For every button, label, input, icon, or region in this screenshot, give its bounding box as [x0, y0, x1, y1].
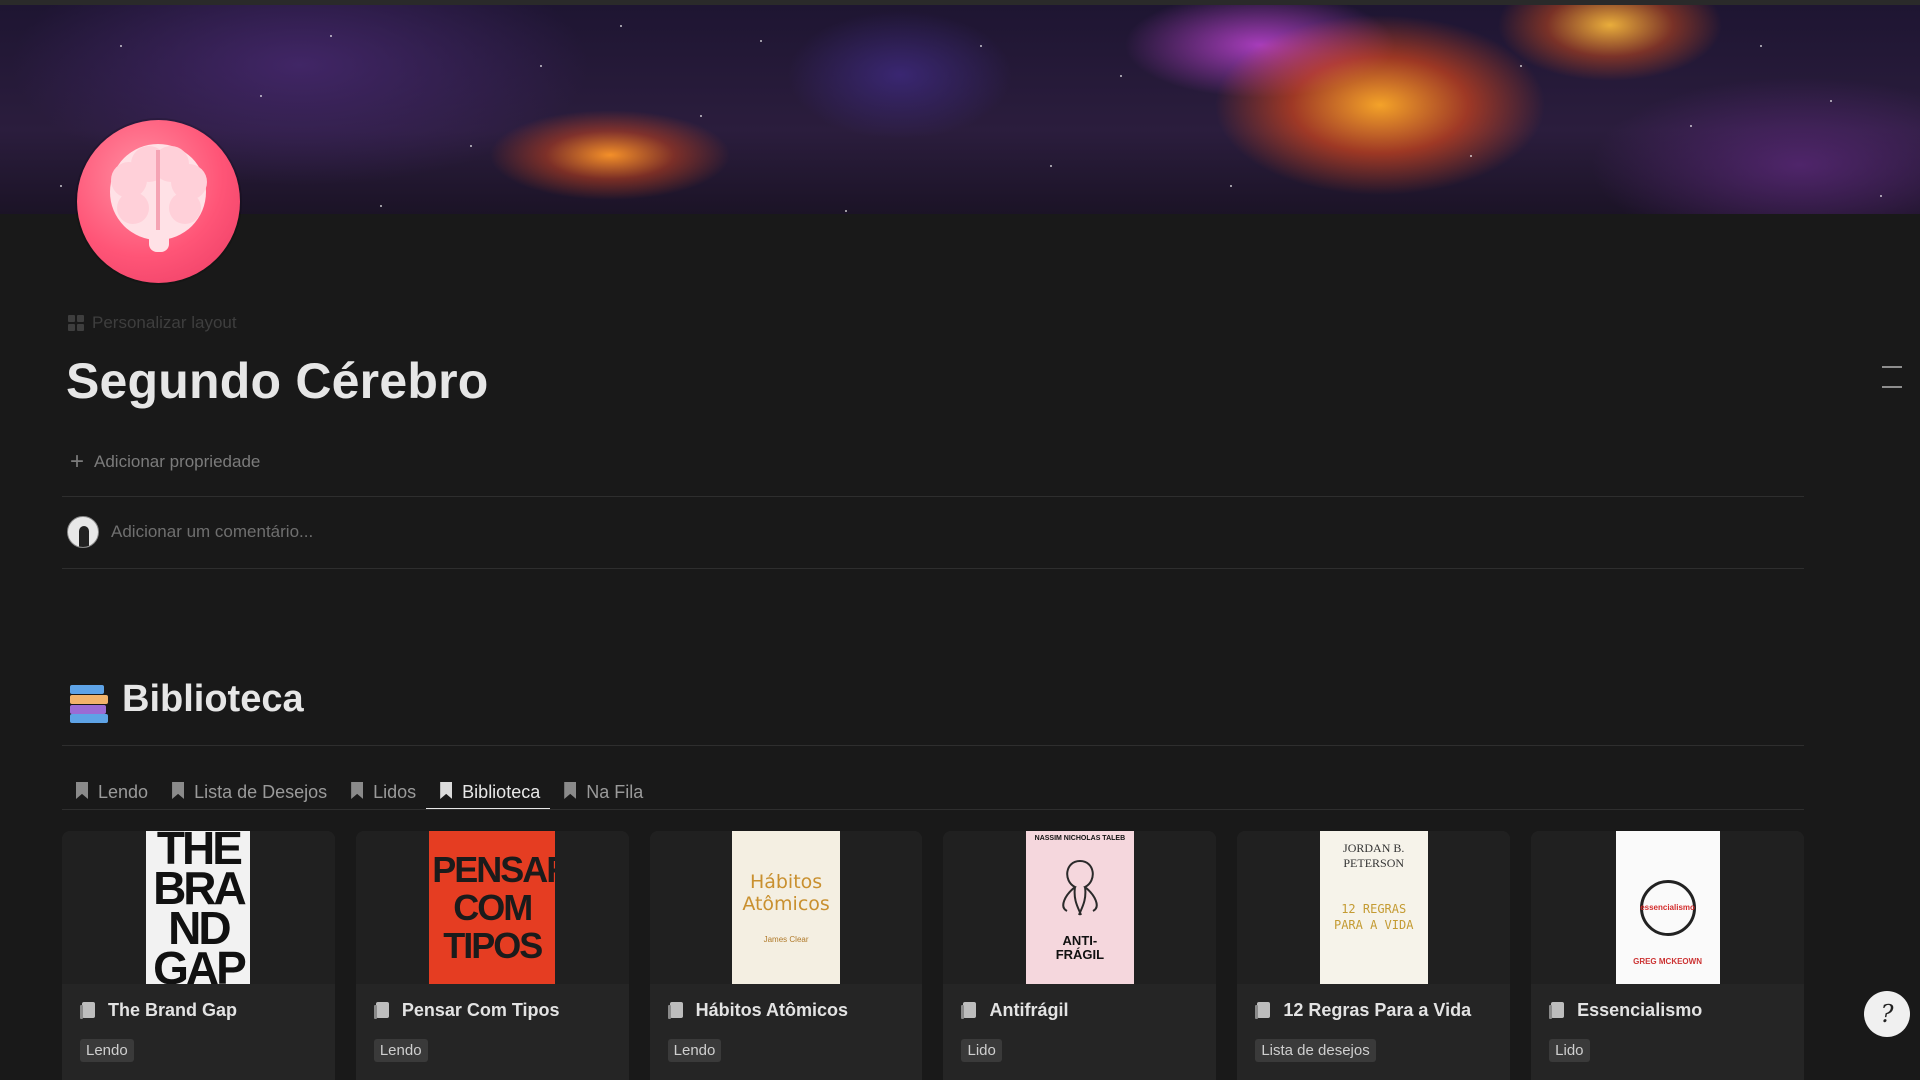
octopus-icon	[1062, 860, 1098, 916]
library-heading[interactable]: Biblioteca	[70, 678, 304, 723]
bookmark-icon	[76, 782, 88, 799]
notion-page: Personalizar layout Segundo Cérebro + Ad…	[0, 0, 1920, 1080]
tab-lista-de-desejos[interactable]: Lista de Desejos	[158, 770, 337, 810]
book-card[interactable]: Hábitos Atômicos James Clear Hábitos Atô…	[649, 831, 923, 1080]
avatar	[67, 516, 99, 548]
tab-na-fila[interactable]: Na Fila	[550, 770, 653, 810]
tab-label: Lendo	[98, 781, 149, 802]
book-title: Pensar Com Tipos	[401, 1000, 560, 1020]
brain-icon[interactable]	[77, 120, 240, 283]
book-title: The Brand Gap	[108, 1000, 238, 1020]
scribble-circle-icon: essencialismo	[1639, 879, 1696, 936]
tab-label: Lista de Desejos	[194, 781, 328, 802]
status-badge: Lendo	[373, 1039, 428, 1062]
card-cover: Hábitos Atômicos James Clear	[649, 831, 923, 984]
divider	[62, 568, 1804, 569]
book-cover-author: JORDAN B. PETERSON	[1343, 841, 1405, 870]
bookmark-icon	[440, 782, 453, 799]
book-cover-text: THE BRAND GAP	[153, 831, 247, 984]
page-title[interactable]: Segundo Cérebro	[66, 352, 488, 410]
book-cover-image: THE BRAND GAP	[146, 831, 251, 984]
plus-icon: +	[70, 448, 85, 475]
card-cover: essencialismo GREG MCKEOWN	[1531, 831, 1804, 984]
divider	[62, 809, 1804, 810]
library-view-tabs: Lendo Lista de Desejos Lidos Biblioteca …	[62, 770, 1804, 810]
book-cover-image: Hábitos Atômicos James Clear	[732, 831, 841, 984]
book-cover-text: essencialismo	[1640, 903, 1695, 912]
page-icon	[80, 1001, 96, 1020]
book-cover-image: PENSAR COM TIPOS	[429, 831, 556, 984]
book-title: Essencialismo	[1577, 1000, 1703, 1020]
card-cover: PENSAR COM TIPOS	[355, 831, 629, 984]
bookmark-icon	[351, 782, 364, 799]
add-property-label: Adicionar propriedade	[94, 452, 261, 471]
status-badge: Lido	[1549, 1039, 1590, 1062]
status-badge: Lendo	[667, 1039, 722, 1062]
help-icon[interactable]: ?	[1864, 991, 1910, 1037]
page-icon	[1549, 1001, 1565, 1020]
card-cover: NASSIM NICHOLAS TALEB ANTI-FRÁGIL	[943, 831, 1217, 984]
book-card[interactable]: PENSAR COM TIPOS Pensar Com Tipos Lendo	[355, 831, 629, 1080]
customize-layout-label: Personalizar layout	[92, 313, 237, 332]
book-card[interactable]: THE BRAND GAP The Brand Gap Lendo	[62, 831, 335, 1080]
book-card[interactable]: essencialismo GREG MCKEOWN Essencialismo…	[1531, 831, 1804, 1080]
book-title: 12 Regras Para a Vida	[1283, 1000, 1472, 1020]
divider	[62, 745, 1804, 746]
status-badge: Lido	[961, 1039, 1002, 1062]
book-card[interactable]: NASSIM NICHOLAS TALEB ANTI-FRÁGIL Antifr…	[943, 831, 1217, 1080]
book-cover-author: GREG MCKEOWN	[1633, 957, 1702, 966]
bookmark-icon	[564, 782, 577, 799]
book-cover-image: NASSIM NICHOLAS TALEB ANTI-FRÁGIL	[1025, 831, 1134, 984]
add-property-button[interactable]: + Adicionar propriedade	[70, 450, 260, 474]
gallery-cards: THE BRAND GAP The Brand Gap Lendo PENSAR…	[62, 831, 1804, 1080]
comment-input[interactable]: Adicionar um comentário...	[67, 516, 313, 548]
card-cover: JORDAN B. PETERSON 12 REGRAS PARA A VIDA	[1237, 831, 1511, 984]
tab-biblioteca[interactable]: Biblioteca	[426, 770, 551, 810]
table-of-contents-icon[interactable]	[1882, 366, 1902, 406]
books-icon	[70, 681, 108, 723]
divider	[62, 496, 1804, 497]
book-cover-text: 12 REGRAS PARA A VIDA	[1333, 901, 1414, 932]
book-cover-text: Hábitos Atômicos	[742, 871, 830, 915]
book-cover-author: James Clear	[763, 935, 809, 944]
tab-label: Lidos	[373, 781, 417, 802]
page-icon	[961, 1001, 977, 1020]
bookmark-icon	[172, 782, 185, 799]
library-title: Biblioteca	[122, 678, 304, 720]
tab-label: Biblioteca	[462, 781, 541, 802]
book-card[interactable]: JORDAN B. PETERSON 12 REGRAS PARA A VIDA…	[1237, 831, 1511, 1080]
card-cover: THE BRAND GAP	[62, 831, 335, 984]
book-cover-text: ANTI-FRÁGIL	[1055, 932, 1105, 962]
page-icon	[373, 1001, 390, 1020]
comment-placeholder: Adicionar um comentário...	[111, 522, 314, 541]
status-badge: Lista de desejos	[1255, 1039, 1376, 1062]
book-cover-text: PENSAR COM TIPOS	[432, 848, 555, 966]
page-icon	[667, 1001, 684, 1020]
book-cover-image: essencialismo GREG MCKEOWN	[1615, 831, 1720, 984]
customize-layout-button[interactable]: Personalizar layout	[68, 312, 237, 334]
tab-label: Na Fila	[586, 781, 644, 802]
status-badge: Lendo	[80, 1039, 134, 1062]
page-icon	[1255, 1001, 1271, 1020]
layout-grid-icon	[68, 315, 84, 331]
tab-lidos[interactable]: Lidos	[337, 770, 426, 810]
tab-lendo[interactable]: Lendo	[62, 770, 158, 810]
book-title: Antifrágil	[989, 1000, 1069, 1020]
book-cover-author: NASSIM NICHOLAS TALEB	[1034, 835, 1126, 842]
book-cover-image: JORDAN B. PETERSON 12 REGRAS PARA A VIDA	[1319, 831, 1428, 984]
page-cover-image[interactable]	[0, 0, 1920, 214]
cover-stars	[0, 5, 1920, 214]
book-title: Hábitos Atômicos	[695, 1000, 849, 1020]
